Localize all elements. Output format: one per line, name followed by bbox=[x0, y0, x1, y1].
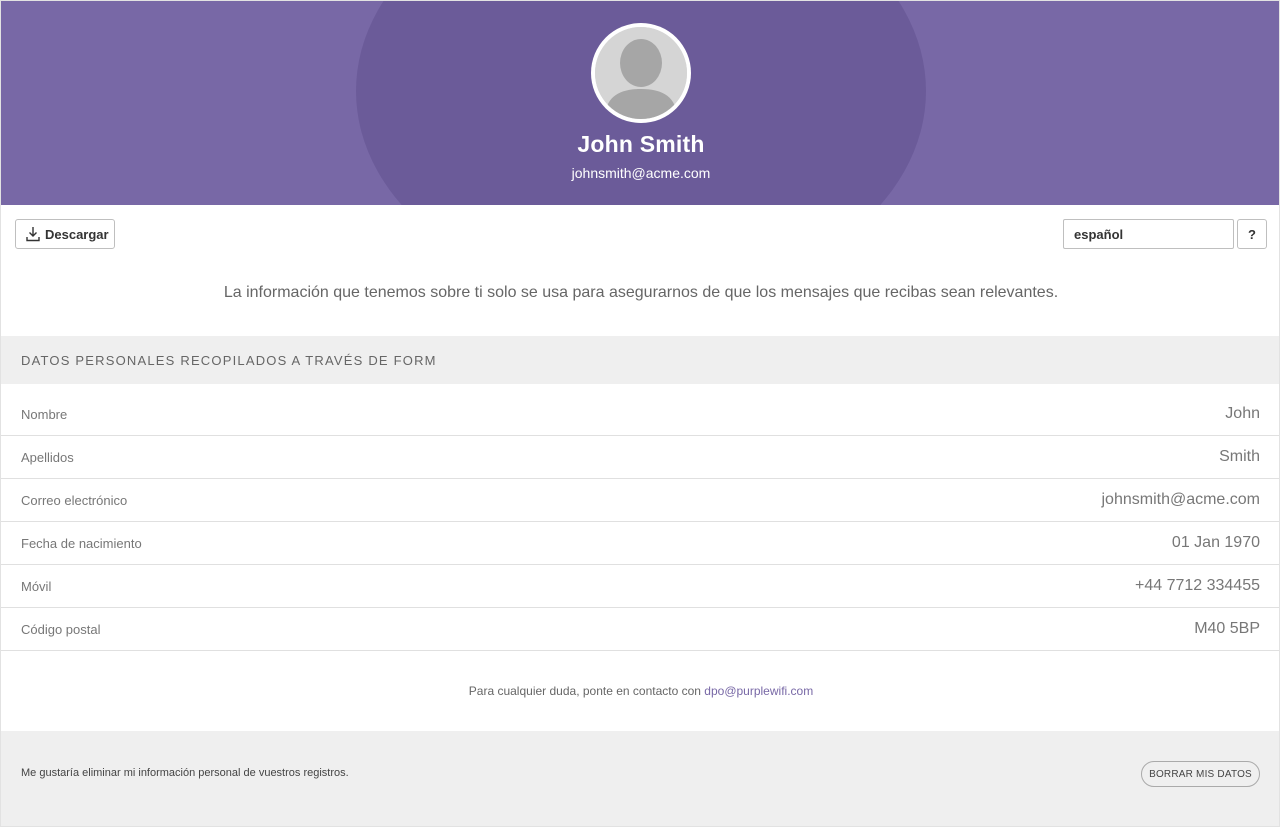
contact-line: Para cualquier duda, ponte en contacto c… bbox=[1, 684, 1279, 698]
field-value: Smith bbox=[1219, 448, 1260, 465]
contact-text: Para cualquier duda, ponte en contacto c… bbox=[468, 684, 701, 698]
language-select[interactable]: español bbox=[1063, 219, 1234, 249]
download-icon bbox=[26, 226, 40, 242]
delete-data-button[interactable]: BORRAR MIS DATOS bbox=[1141, 761, 1260, 787]
profile-header: John Smith johnsmith@acme.com bbox=[1, 1, 1279, 205]
avatar bbox=[591, 23, 691, 123]
contact-email-link[interactable]: dpo@purplewifi.com bbox=[704, 684, 813, 698]
field-label: Código postal bbox=[21, 622, 101, 637]
field-value: 01 Jan 1970 bbox=[1171, 534, 1260, 551]
field-label: Fecha de nacimiento bbox=[21, 536, 142, 551]
language-value: español bbox=[1074, 226, 1124, 242]
download-label: Descargar bbox=[45, 226, 109, 242]
field-label: Apellidos bbox=[21, 450, 74, 465]
user-name: John Smith bbox=[577, 131, 705, 157]
list-item: Código postal M40 5BP bbox=[1, 608, 1279, 651]
field-value: John bbox=[1225, 405, 1260, 422]
field-label: Correo electrónico bbox=[21, 493, 128, 508]
field-label: Móvil bbox=[21, 579, 52, 594]
field-value: M40 5BP bbox=[1194, 620, 1260, 637]
list-item: Nombre John bbox=[1, 393, 1279, 436]
section-title: DATOS PERSONALES RECOPILADOS A TRAVÉS DE… bbox=[1, 336, 1279, 384]
list-item: Apellidos Smith bbox=[1, 436, 1279, 479]
user-email: johnsmith@acme.com bbox=[571, 165, 711, 181]
delete-data-footer: Me gustaría eliminar mi información pers… bbox=[1, 731, 1279, 826]
list-item: Correo electrónico johnsmith@acme.com bbox=[1, 479, 1279, 522]
field-label: Nombre bbox=[21, 407, 68, 422]
field-value: johnsmith@acme.com bbox=[1101, 491, 1260, 508]
download-button[interactable]: Descargar bbox=[15, 219, 115, 249]
intro-text: La información que tenemos sobre ti solo… bbox=[223, 284, 1059, 301]
list-item: Móvil +44 7712 334455 bbox=[1, 565, 1279, 608]
list-item: Fecha de nacimiento 01 Jan 1970 bbox=[1, 522, 1279, 565]
delete-message: Me gustaría eliminar mi información pers… bbox=[21, 767, 349, 779]
avatar-placeholder-icon bbox=[595, 27, 687, 119]
field-value: +44 7712 334455 bbox=[1134, 577, 1260, 594]
privacy-page: John Smith johnsmith@acme.com Descargar … bbox=[0, 0, 1280, 827]
help-button[interactable]: ? bbox=[1237, 219, 1267, 249]
